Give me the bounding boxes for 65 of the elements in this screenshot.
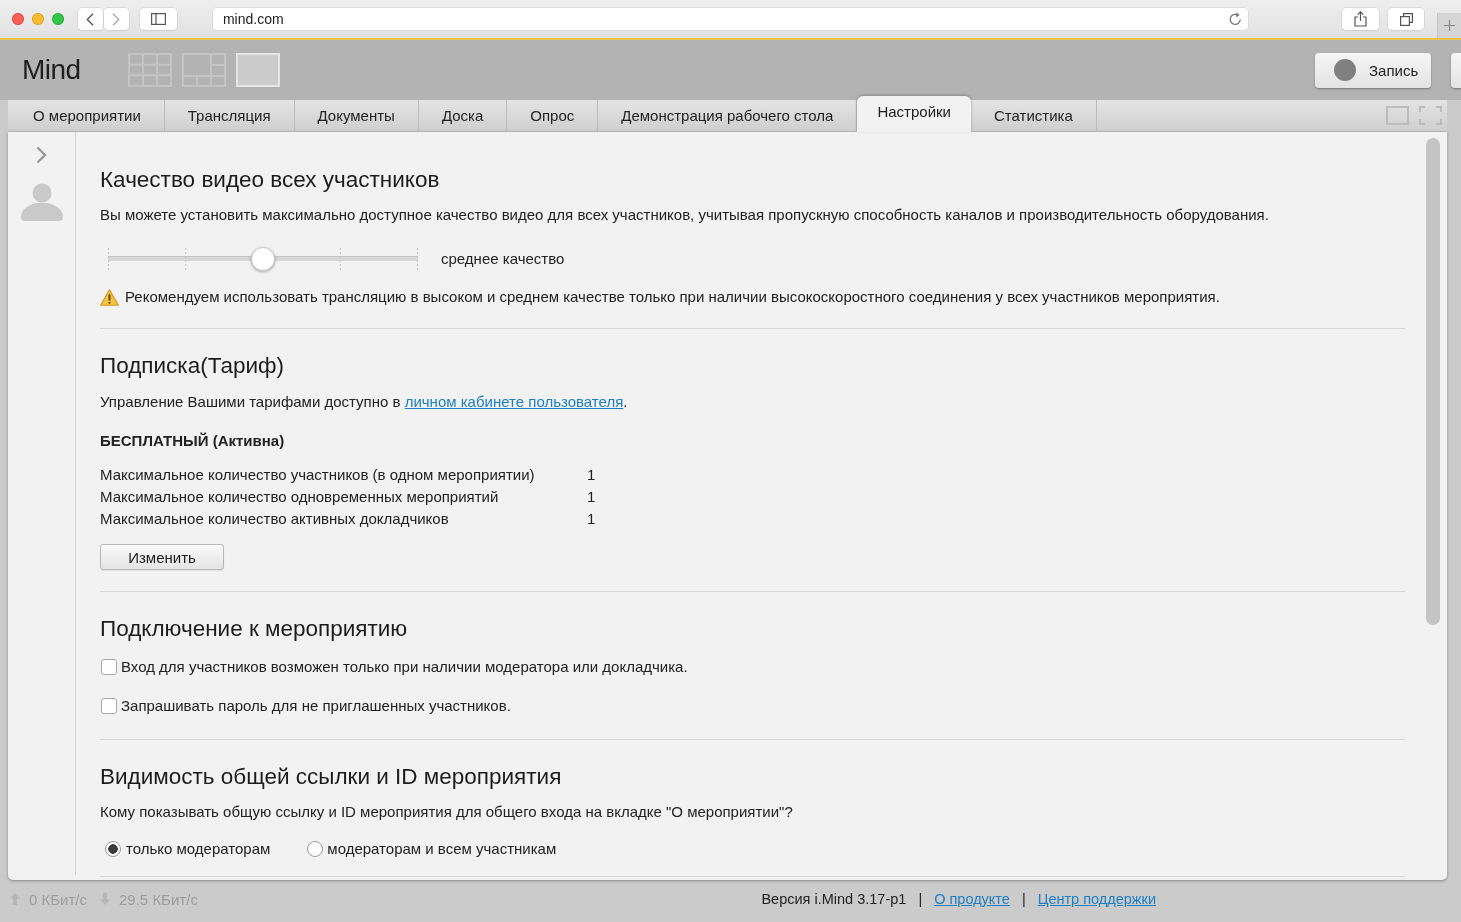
limit-label: Максимальное количество активных докладчиков xyxy=(100,509,450,529)
tab[interactable]: Опрос xyxy=(507,100,599,131)
tab[interactable]: Статистика xyxy=(971,100,1097,131)
new-tab-button[interactable] xyxy=(1437,13,1461,38)
tab[interactable]: Документы xyxy=(294,100,419,131)
radio-button[interactable] xyxy=(307,841,324,857)
pipe-separator: | xyxy=(918,891,923,907)
window-icon[interactable] xyxy=(1386,106,1409,125)
single-layout-icon[interactable] xyxy=(235,53,280,87)
limit-value: 1 xyxy=(587,509,596,529)
subscription-description: Управление Вашими тарифами доступно в личном кабинете пользователя. xyxy=(100,393,629,411)
fullscreen-icon[interactable] xyxy=(1419,106,1442,125)
limit-value: 1 xyxy=(587,487,596,507)
zoom-window-button[interactable] xyxy=(51,13,64,25)
tab[interactable]: О мероприятии xyxy=(10,100,165,131)
slider-thumb[interactable] xyxy=(251,247,275,271)
chevron-right-icon[interactable] xyxy=(36,146,47,164)
share-icon xyxy=(1354,11,1368,27)
record-button[interactable]: Запись xyxy=(1315,52,1431,88)
toolbar-button[interactable] xyxy=(1451,52,1461,88)
radio-label[interactable]: модераторам и всем участникам xyxy=(327,840,557,858)
reload-icon[interactable] xyxy=(1229,12,1243,26)
tab[interactable]: Доска xyxy=(418,100,508,131)
checkbox-label[interactable]: Запрашивать пароль для не приглашенных участников. xyxy=(121,697,511,715)
address-field[interactable]: mind.com xyxy=(212,8,1249,30)
sidebar-button[interactable] xyxy=(139,8,177,30)
app-logo: Mind xyxy=(22,54,81,86)
radio-button[interactable] xyxy=(105,841,121,857)
tab[interactable]: Трансляция xyxy=(164,100,295,131)
two-squares-icon xyxy=(1399,12,1413,26)
section-title: Видимость общей ссылки и ID мероприятия xyxy=(100,764,563,790)
plan-name: БЕСПЛАТНЫЙ (Активна) xyxy=(100,432,286,450)
close-window-button[interactable] xyxy=(12,13,24,25)
chevron-left-icon xyxy=(86,12,95,26)
forward-button[interactable] xyxy=(103,8,129,30)
warning-text: Рекомендуем использовать трансляцию в высоком и среднем качестве только при наличии высокоскоростного соединения у всех участников мероприятия. xyxy=(125,288,1220,306)
section-question: Кому показывать общую ссылку и ID мероприятия для общего входа на вкладке "О мероприятии"? xyxy=(100,803,794,821)
section-title: Подписка(Тариф) xyxy=(100,353,285,379)
limit-label: Максимальное количество участников (в одном мероприятии) xyxy=(100,465,536,485)
checkbox-label[interactable]: Вход для участников возможен только при наличии модератора или докладчика. xyxy=(121,658,688,676)
tabs-overview-button[interactable] xyxy=(1388,8,1424,30)
sidebar-icon xyxy=(150,13,166,25)
section-title: Подключение к мероприятию xyxy=(100,616,409,642)
tab[interactable]: Настройки xyxy=(857,96,971,132)
record-icon xyxy=(1334,59,1356,81)
scrollbar[interactable] xyxy=(1426,138,1440,625)
radio-label[interactable]: только модераторам xyxy=(126,840,271,858)
section-title: Качество видео всех участников xyxy=(100,167,441,193)
checkbox[interactable] xyxy=(101,698,117,714)
quality-reading: среднее качество xyxy=(441,250,565,268)
change-button[interactable]: Изменить xyxy=(100,544,224,570)
limit-label: Максимальное количество одновременных мероприятий xyxy=(100,487,500,507)
minimize-window-button[interactable] xyxy=(32,13,44,25)
share-button[interactable] xyxy=(1342,8,1380,30)
section-description: Вы можете установить максимально доступное качество видео для всех участников, учитывая пропускную способность каналов и производительность оборудования. xyxy=(100,206,1270,224)
version-text: Версия i.Mind 3.17-p1 xyxy=(761,891,907,907)
plus-icon xyxy=(1444,20,1455,31)
chevron-right-icon xyxy=(112,12,121,26)
limit-value: 1 xyxy=(587,465,596,485)
checkbox[interactable] xyxy=(101,659,117,675)
back-button[interactable] xyxy=(77,8,103,30)
url-text: mind.com xyxy=(222,11,284,27)
warning-icon xyxy=(100,288,119,306)
person-icon xyxy=(20,183,63,221)
pipe-separator: | xyxy=(1021,891,1026,907)
